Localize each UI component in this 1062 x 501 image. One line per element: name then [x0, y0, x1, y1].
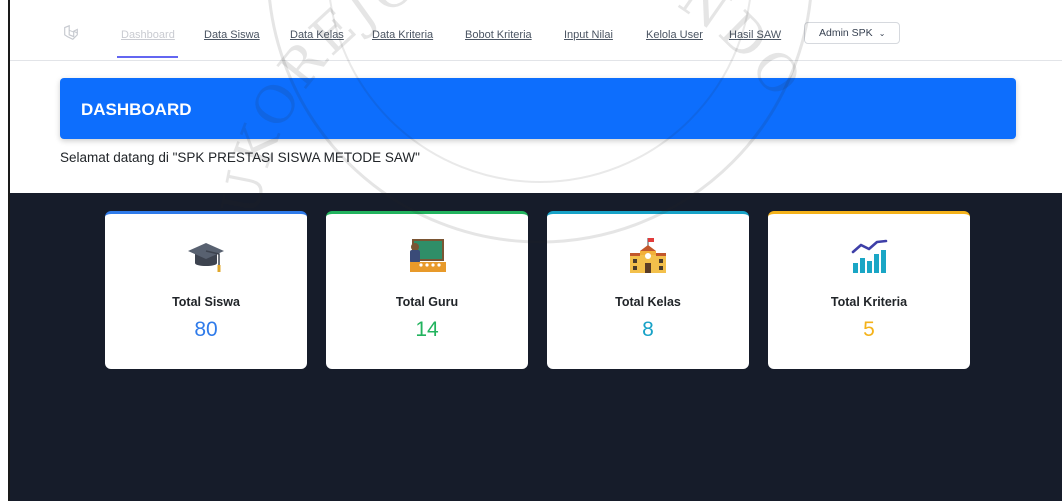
laravel-logo-icon[interactable]: [62, 24, 80, 42]
teacher-board-icon: [410, 239, 446, 272]
stat-label: Total Kriteria: [830, 295, 908, 309]
stat-value: 80: [194, 318, 218, 341]
bar-chart-icon: [851, 239, 888, 273]
stat-label: Total Siswa: [172, 295, 240, 309]
graduation-cap-icon: [188, 243, 224, 272]
nav-dashboard[interactable]: Dashboard: [121, 29, 175, 41]
nav-data-kelas[interactable]: Data Kelas: [290, 29, 344, 41]
user-name: Admin SPK: [819, 27, 873, 39]
stat-value: 14: [415, 318, 439, 341]
dashboard-header-banner: DASHBOARD: [60, 78, 1016, 139]
nav-hasil-saw[interactable]: Hasil SAW: [729, 29, 781, 41]
nav-data-siswa[interactable]: Data Siswa: [204, 29, 260, 41]
chevron-down-icon: ⌄: [878, 28, 886, 38]
nav-kelola-user[interactable]: Kelola User: [646, 29, 703, 41]
nav-bobot-kriteria[interactable]: Bobot Kriteria: [465, 29, 532, 41]
stat-value: 8: [642, 318, 654, 341]
nav-data-kriteria[interactable]: Data Kriteria: [372, 29, 433, 41]
school-building-icon: [630, 238, 666, 273]
stat-card-total-guru: Total Guru 14: [326, 211, 528, 369]
stat-label: Total Kelas: [615, 295, 681, 309]
top-navbar: Dashboard Data Siswa Data Kelas Data Kri…: [10, 0, 1062, 61]
stat-card-total-kelas: Total Kelas 8: [547, 211, 749, 369]
active-nav-indicator: [117, 56, 178, 58]
nav-input-nilai[interactable]: Input Nilai: [564, 29, 613, 41]
stat-value: 5: [863, 318, 875, 341]
stat-card-total-kriteria: Total Kriteria 5: [768, 211, 970, 369]
window-edge: [0, 0, 10, 501]
welcome-message: Selamat datang di "SPK PRESTASI SISWA ME…: [60, 150, 420, 165]
page-title: DASHBOARD: [81, 100, 192, 119]
stat-card-total-siswa: Total Siswa 80: [105, 211, 307, 369]
stat-label: Total Guru: [395, 295, 459, 309]
user-menu-dropdown[interactable]: Admin SPK ⌄: [804, 22, 900, 44]
